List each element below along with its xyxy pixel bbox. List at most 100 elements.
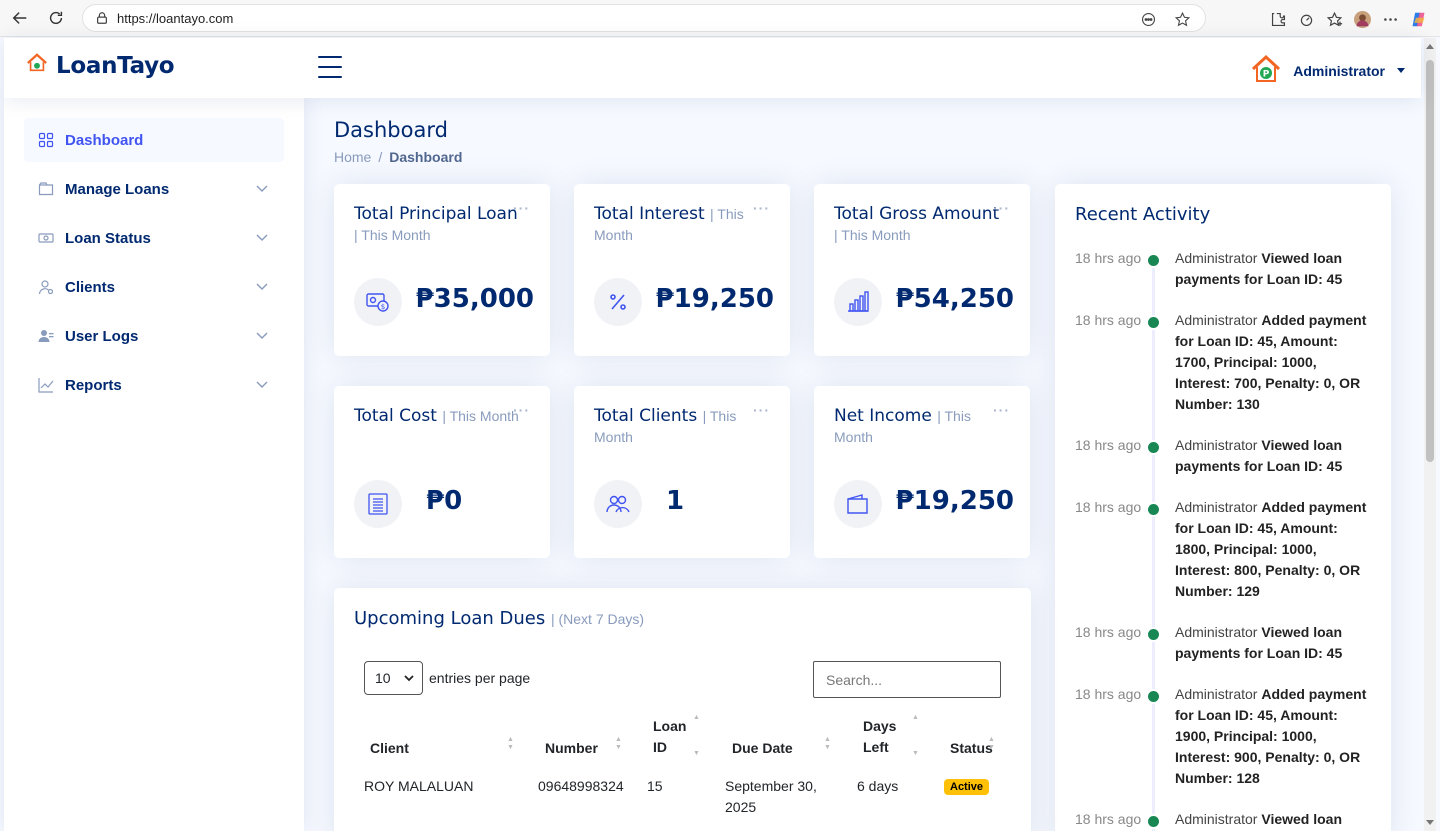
url-text[interactable]: https://loantayo.com — [117, 11, 233, 26]
reload-icon[interactable] — [42, 4, 70, 32]
sort-icon[interactable]: ▼ — [912, 750, 920, 758]
activity-text: Administrator Added payment for Loan ID:… — [1175, 499, 1367, 599]
page-scrollbar[interactable] — [1424, 38, 1436, 831]
activity-dot — [1146, 315, 1161, 330]
wallet-icon — [834, 480, 882, 528]
recent-activity-title: Recent Activity — [1075, 204, 1211, 225]
more-options-icon[interactable]: ··· — [753, 200, 770, 216]
sidebar-item-loan-status[interactable]: Loan Status — [24, 216, 284, 260]
user-menu[interactable]: P Administrator — [1251, 54, 1405, 87]
sort-icon[interactable]: ▲ ▼ — [507, 736, 515, 752]
sort-icon[interactable]: ▲ ▼ — [988, 736, 996, 752]
sidebar-item-reports[interactable]: Reports — [24, 363, 284, 407]
kpi-value: ₱0 — [426, 486, 463, 516]
kpi-card-total-interest: Total Interest | This Month ··· ₱19,250 — [574, 184, 790, 356]
more-options-icon[interactable]: ··· — [753, 402, 770, 418]
activity-text: Administrator Viewed loan payments for L… — [1175, 250, 1343, 287]
breadcrumb: Home / Dashboard — [334, 149, 462, 165]
status-badge: Active — [944, 779, 990, 795]
breadcrumb-separator: / — [378, 149, 383, 165]
scroll-up-icon[interactable] — [1426, 44, 1434, 49]
search-input[interactable]: Search... — [813, 661, 1001, 698]
kpi-card-total-cost: Total Cost | This Month ··· ₱0 — [334, 386, 550, 558]
activity-item: 18 hrs ago Administrator Viewed loan pay… — [1075, 435, 1375, 477]
kpi-card-net-income: Net Income | This Month ··· ₱19,250 — [814, 386, 1030, 558]
activity-time: 18 hrs ago — [1075, 312, 1142, 328]
activity-text: Administrator Viewed loan payments for L… — [1175, 624, 1343, 661]
sidebar-item-manage-loans[interactable]: Manage Loans — [24, 167, 284, 211]
grid-icon — [38, 132, 54, 148]
back-icon[interactable] — [6, 4, 34, 32]
reader-icon[interactable] — [1138, 9, 1158, 29]
logo[interactable]: LoanTayo — [26, 52, 175, 79]
users-icon — [38, 328, 54, 344]
entries-select[interactable]: 10 — [364, 661, 423, 695]
column-header-number[interactable]: Number — [545, 738, 598, 759]
address-bar[interactable]: https://loantayo.com — [82, 4, 1206, 32]
cell-number: 09648998324 — [538, 778, 624, 794]
cell-due-date: September 30, 2025 — [725, 778, 817, 815]
chevron-down-icon[interactable] — [256, 378, 268, 390]
activity-time: 18 hrs ago — [1075, 437, 1142, 453]
more-icon[interactable] — [1380, 9, 1400, 29]
kpi-value: ₱19,250 — [655, 284, 774, 314]
kpi-value: ₱19,250 — [895, 486, 1014, 516]
more-options-icon[interactable]: ··· — [513, 402, 530, 418]
activity-dot — [1146, 689, 1161, 704]
app-header: LoanTayo P Administrator — [4, 38, 1421, 98]
sidebar-item-user-logs[interactable]: User Logs — [24, 314, 284, 358]
svg-text:P: P — [1263, 70, 1270, 80]
chevron-down-icon[interactable] — [256, 280, 268, 292]
column-header-due-date[interactable]: Due Date — [732, 738, 793, 759]
sidebar-item-label: Dashboard — [65, 131, 144, 149]
avatar[interactable]: P — [1251, 54, 1281, 87]
recent-activity-card: Recent Activity 18 hrs ago Administrator… — [1055, 184, 1391, 831]
logo-text[interactable]: LoanTayo — [56, 53, 175, 79]
sort-icon[interactable]: ▲ ▼ — [824, 736, 832, 752]
kpi-title: Total Interest | This Month — [594, 204, 744, 243]
performance-icon[interactable] — [1296, 9, 1316, 29]
scrollbar-thumb[interactable] — [1426, 60, 1434, 462]
sort-icon[interactable]: ▲ — [693, 714, 701, 722]
chart-icon — [38, 377, 54, 393]
sidebar-item-label: User Logs — [65, 327, 139, 345]
sort-icon[interactable]: ▼ — [693, 750, 701, 758]
profile-avatar[interactable] — [1352, 9, 1372, 29]
favorites-icon[interactable] — [1324, 9, 1344, 29]
activity-item: 18 hrs ago Administrator Viewed loan pay… — [1075, 809, 1375, 831]
kpi-value: ₱54,250 — [895, 284, 1014, 314]
scroll-down-icon[interactable] — [1426, 820, 1434, 825]
more-options-icon[interactable]: ··· — [993, 200, 1010, 216]
more-options-icon[interactable]: ··· — [513, 200, 530, 216]
sidebar-item-label: Reports — [65, 376, 122, 394]
column-header-status[interactable]: Status — [950, 738, 993, 759]
chevron-down-icon[interactable] — [256, 182, 268, 194]
caret-down-icon[interactable] — [1397, 68, 1405, 73]
favorite-star-icon[interactable] — [1172, 9, 1192, 29]
cell-loan-id: 15 — [647, 778, 663, 794]
column-header-days-left[interactable]: Days Left — [863, 716, 896, 758]
activity-dot — [1146, 253, 1161, 268]
column-header-client[interactable]: Client — [370, 738, 409, 759]
column-header-loan-id[interactable]: Loan ID — [653, 716, 686, 758]
sort-icon[interactable]: ▲ — [912, 714, 920, 722]
breadcrumb-home[interactable]: Home — [334, 149, 371, 165]
sidebar-item-dashboard[interactable]: Dashboard — [24, 118, 284, 162]
activity-dot — [1146, 627, 1161, 642]
more-options-icon[interactable]: ··· — [993, 402, 1010, 418]
copilot-icon[interactable] — [1408, 9, 1428, 29]
activity-item: 18 hrs ago Administrator Viewed loan pay… — [1075, 622, 1375, 664]
activity-item: 18 hrs ago Administrator Added payment f… — [1075, 497, 1375, 602]
receipt-icon — [354, 480, 402, 528]
sidebar-toggle-icon[interactable] — [318, 56, 342, 78]
lock-icon[interactable] — [95, 11, 109, 25]
sidebar-item-clients[interactable]: Clients — [24, 265, 284, 309]
chevron-down-icon[interactable] — [256, 231, 268, 243]
chevron-down-icon[interactable] — [256, 329, 268, 341]
extensions-icon[interactable] — [1268, 9, 1288, 29]
activity-text: Administrator Added payment for Loan ID:… — [1175, 686, 1367, 786]
admin-name[interactable]: Administrator — [1293, 63, 1385, 79]
browser-toolbar: https://loantayo.com — [0, 0, 1440, 37]
activity-dot — [1146, 440, 1161, 455]
sort-icon[interactable]: ▲ ▼ — [615, 736, 623, 752]
